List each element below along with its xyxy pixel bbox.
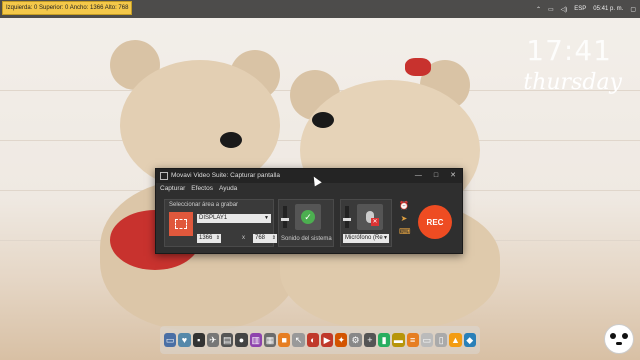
calendar-icon[interactable]: ▦ [263,333,277,347]
terminal-icon[interactable]: ▪ [192,333,205,347]
heart-app-icon[interactable]: ♥ [178,333,191,347]
chevron-down-icon: ▼ [264,215,269,221]
burger-icon[interactable]: ≡ [406,333,419,347]
airplane-icon[interactable]: ✈ [206,333,220,347]
volume-icon[interactable]: ◁) [561,6,568,13]
menu-efectos[interactable]: Efectos [191,183,213,195]
video-app-icon[interactable]: ▶ [320,333,334,347]
height-input[interactable]: 768 ⇕ [253,234,277,243]
minimize-button[interactable]: — [415,169,422,183]
selection-area-icon [175,219,187,229]
phone-icon[interactable]: ▮ [377,333,391,347]
display-select-value: DISPLAY1 [199,215,228,221]
microphone-panel: ✕ Micrófono (Re ▼ [340,199,392,247]
slider-knob[interactable] [281,218,289,221]
close-button[interactable]: ✕ [450,169,456,183]
menu-capturar[interactable]: Capturar [160,183,185,195]
top-bar: Izquierda: 0 Superior: 0 Ancho: 1366 Alt… [0,0,640,18]
app-logo-icon [160,172,168,180]
system-sound-label: Sonido del sistema [281,236,332,242]
system-sound-toggle[interactable]: ✓ [295,204,321,230]
dimension-separator: x [242,235,245,241]
window-title: Movavi Video Suite: Capturar pantalla [171,172,280,179]
chevron-up-icon[interactable]: ⌃ [536,6,541,13]
rec-button[interactable]: REC [418,205,452,239]
area-label: Seleccionar área a grabar [169,202,239,208]
settings-icon[interactable]: ⚙ [349,333,362,347]
select-area-button[interactable] [169,212,193,236]
width-input[interactable]: 1366 ⇕ [197,234,221,243]
cursor-icon[interactable]: ➤ [399,214,409,224]
notes-icon[interactable]: ▯ [435,333,448,347]
mic-volume-slider[interactable] [343,206,351,228]
microphone-select-value: Micrófono (Re [345,235,383,241]
blue-app-icon[interactable]: ◆ [463,333,476,347]
desktop-clock-time: 17:41 [526,34,612,67]
window-titlebar[interactable]: Movavi Video Suite: Capturar pantalla — … [156,169,462,183]
bottle-icon[interactable]: ▲ [449,333,462,347]
network-icon[interactable]: ▭ [548,6,554,13]
side-tools: ⏰ ➤ ⌨ [398,201,411,245]
menu-bar: Capturar Efectos Ayuda [156,183,466,195]
disabled-x-icon: ✕ [371,218,379,226]
desktop-app-icon[interactable]: ▭ [164,333,177,347]
red-app-icon[interactable]: ◐ [306,333,319,347]
height-value: 768 [255,235,266,241]
chevron-down-icon: ▼ [383,235,388,241]
panda-avatar-icon [604,324,634,354]
pointer-icon[interactable]: ↖ [292,333,305,347]
system-tray: ⌃ ▭ ◁) ESP 05:41 p. m. ▢ [536,2,636,16]
display-select[interactable]: DISPLAY1 ▼ [197,214,271,223]
keyboard-icon[interactable]: ⌨ [399,227,411,237]
capture-window: Movavi Video Suite: Capturar pantalla — … [155,168,463,254]
notifications-icon[interactable]: ▢ [630,6,636,13]
microphone-toggle[interactable]: ✕ [357,204,383,230]
dock: ▭ ♥ ▪ ✈ ▤ ● ▥ ▦ ■ ↖ ◐ ▶ ✦ ⚙ + ▮ ▬ ≡ ▭ ▯ … [160,326,480,354]
alarm-clock-icon[interactable]: ⏰ [399,201,409,211]
system-clock[interactable]: 05:41 p. m. [593,6,623,12]
width-value: 1366 [199,235,213,241]
system-sound-panel: ✓ Sonido del sistema [278,199,334,247]
box-icon[interactable]: ■ [278,333,291,347]
menu-ayuda[interactable]: Ayuda [219,183,237,195]
selection-info-label: Izquierda: 0 Superior: 0 Ancho: 1366 Alt… [2,1,133,15]
panda-icon[interactable]: ● [235,333,248,347]
maximize-button[interactable]: □ [434,169,438,183]
stepper-icon: ⇕ [271,235,276,241]
media-icon[interactable]: ▥ [249,333,262,347]
sandwich-icon[interactable]: ▭ [420,333,434,347]
area-panel: Seleccionar área a grabar DISPLAY1 ▼ 136… [164,199,277,247]
language-indicator[interactable]: ESP [574,6,586,12]
check-icon: ✓ [301,210,315,224]
stepper-icon: ⇕ [215,235,220,241]
movavi-icon[interactable]: ✦ [335,333,348,347]
folder-icon[interactable]: ▬ [392,333,405,347]
add-icon[interactable]: + [363,333,376,347]
film-icon[interactable]: ▤ [221,333,234,347]
system-volume-slider[interactable] [281,206,289,228]
slider-knob[interactable] [343,218,351,221]
microphone-select[interactable]: Micrófono (Re ▼ [343,234,389,243]
desktop-clock-day: thursday [523,70,622,95]
